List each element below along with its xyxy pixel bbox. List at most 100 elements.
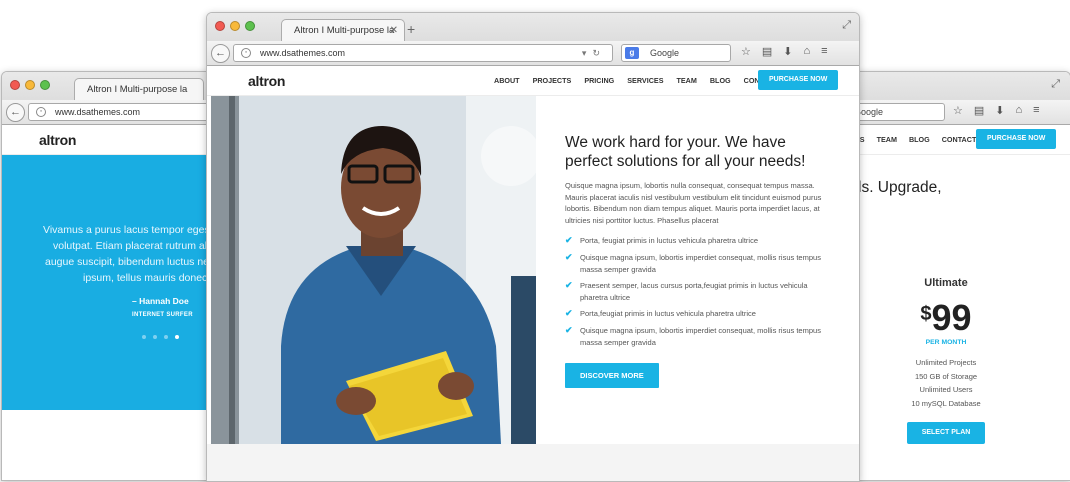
browser-tab[interactable]: Altron I Multi-purpose la ✕ [281,19,405,41]
plan-features: Unlimited Projects 150 GB of Storage Unl… [833,356,1059,410]
site-header: altron ABOUT PROJECTS PRICING SERVICES T… [207,66,859,96]
checkmark-icon: ✔ [565,280,573,291]
checkmark-icon: ✔ [565,251,573,262]
nav-item-blog[interactable]: BLOG [710,76,731,85]
nav-item-about[interactable]: ABOUT [494,76,520,85]
list-item: ✔ Quisque magna ipsum, lobortis imperdiet… [565,252,835,275]
purchase-now-button[interactable]: PURCHASE NOW [758,70,839,90]
select-plan-button[interactable]: SELECT PLAN [906,422,986,444]
nav-item-projects[interactable]: PROJECTS [533,76,572,85]
price-period: PER MONTH [925,339,967,346]
plan-name: Ultimate [924,277,968,289]
new-tab-icon[interactable]: + [407,21,415,37]
plan-feature: 150 GB of Storage [914,371,978,381]
url-text: www.dsathemes.com [55,107,141,117]
pager-dot[interactable] [164,335,168,339]
nav-item-team[interactable]: TEAM [676,76,696,85]
home-icon[interactable]: ⌂ [804,45,811,58]
browser-chrome: ⤢ Google ☆ ▤ ⬇ ⌂ ≡ [831,72,1070,125]
minimize-window-icon[interactable] [25,80,35,90]
hero-heading: We work hard for your. We have perfect s… [565,134,806,170]
google-icon: g [625,47,639,59]
nav-item-team[interactable]: TEAM [877,135,897,144]
arrow-left-icon: ← [10,106,21,118]
download-icon[interactable]: ⬇ [995,104,1004,117]
zoom-window-icon[interactable] [40,80,50,90]
hero-paragraph: Quisque magna ipsum, lobortis nulla cons… [565,181,822,225]
browser-toolbar: ← ◦ www.dsathemes.com [2,100,240,124]
checkmark-icon: ✔ [565,308,573,319]
slider-pagination [142,335,179,339]
list-item: ✔ Praesent semper, lacus cursus porta,feu… [565,280,835,303]
pricing-plan-card: Ultimate $99 PER MONTH Unlimited Project… [859,277,1059,444]
globe-icon: ◦ [36,107,46,117]
person-illustration [211,96,536,444]
list-item-text: Quisque magna ipsum, lobortis imperdiet … [580,252,821,274]
menu-icon[interactable]: ≡ [821,45,827,58]
site-header: altron [2,125,240,155]
window-controls [215,21,255,31]
minimize-window-icon[interactable] [230,21,240,31]
close-tab-icon[interactable]: ✕ [390,20,398,41]
reading-list-icon[interactable]: ▤ [974,104,984,117]
pager-dot[interactable] [153,335,157,339]
close-window-icon[interactable] [10,80,20,90]
site-logo[interactable]: altron [39,132,76,148]
download-icon[interactable]: ⬇ [783,45,792,58]
list-item: ✔ Porta, feugiat primis in luctus vehicul… [565,235,835,247]
globe-icon: ◦ [241,48,251,58]
nav-item-services[interactable]: SERVICES [627,76,663,85]
home-icon[interactable]: ⌂ [1016,104,1023,117]
back-button[interactable]: ← [211,44,230,63]
dropdown-arrow-icon[interactable]: ▾ [582,48,593,58]
address-bar[interactable]: ◦ www.dsathemes.com ▾↻ [233,44,613,62]
list-item-text: Porta, feugiat primis in luctus vehicula… [580,236,759,246]
site-nav: ES TEAM BLOG CONTACTS [855,135,981,144]
list-item: ✔ Porta,feugiat primis in luctus vehicula… [565,308,835,320]
nav-item-blog[interactable]: BLOG [909,135,930,144]
fullscreen-icon[interactable]: ⤢ [842,19,851,32]
feature-list: ✔ Porta, feugiat primis in luctus vehicul… [565,235,835,348]
browser-tab[interactable]: Altron I Multi-purpose la [74,78,204,100]
address-bar-icons: ▾↻ [582,45,606,61]
hero-content: We work hard for your. We have perfect s… [565,133,835,389]
search-placeholder: Google [650,48,680,58]
pager-dot-active[interactable] [175,335,179,339]
checkmark-icon: ✔ [565,235,573,246]
list-item: ✔ Quisque magna ipsum, lobortis imperdiet… [565,325,835,348]
window-controls [10,80,50,90]
pager-dot[interactable] [142,335,146,339]
nav-item-pricing[interactable]: PRICING [584,76,614,85]
plan-feature: 10 mySQL Database [911,398,981,408]
search-box[interactable]: g Google [621,44,731,62]
fullscreen-icon[interactable]: ⤢ [1051,78,1060,91]
bookmark-star-icon[interactable]: ☆ [953,104,963,117]
checkmark-icon: ✔ [565,324,573,335]
browser-window-left: Altron I Multi-purpose la ← ◦ www.dsathe… [1,71,241,481]
list-item-text: Quisque magna ipsum, lobortis imperdiet … [580,325,821,347]
hero-photo [211,96,536,444]
discover-more-button[interactable]: DISCOVER MORE [565,363,659,389]
close-window-icon[interactable] [215,21,225,31]
reload-icon[interactable]: ↻ [592,48,606,58]
url-text: www.dsathemes.com [260,48,346,58]
pricing-headline: ls. Upgrade, [858,179,942,196]
site-logo[interactable]: altron [248,73,285,89]
browser-chrome: Altron I Multi-purpose la ← ◦ www.dsathe… [2,72,240,125]
browser-window-main: Altron I Multi-purpose la ✕ + ⤢ ← ◦ www.… [206,12,860,482]
toolbar-icons: ☆ ▤ ⬇ ⌂ ≡ [741,45,828,58]
tab-title: Altron I Multi-purpose la [87,84,188,95]
browser-window-right: ⤢ Google ☆ ▤ ⬇ ⌂ ≡ ES TEAM BLOG CONTACTS… [830,71,1070,481]
menu-icon[interactable]: ≡ [1033,104,1039,117]
zoom-window-icon[interactable] [245,21,255,31]
back-button[interactable]: ← [6,103,25,122]
tab-title: Altron I Multi-purpose la [294,25,395,36]
currency-symbol: $ [920,303,932,325]
plan-feature: Unlimited Users [919,385,973,394]
toolbar-icons: ☆ ▤ ⬇ ⌂ ≡ [953,104,1040,117]
list-item-text: Porta,feugiat primis in luctus vehicula … [580,309,756,319]
reading-list-icon[interactable]: ▤ [762,45,772,58]
bookmark-star-icon[interactable]: ☆ [741,45,751,58]
arrow-left-icon: ← [215,47,226,59]
purchase-now-button[interactable]: PURCHASE NOW [976,129,1057,149]
